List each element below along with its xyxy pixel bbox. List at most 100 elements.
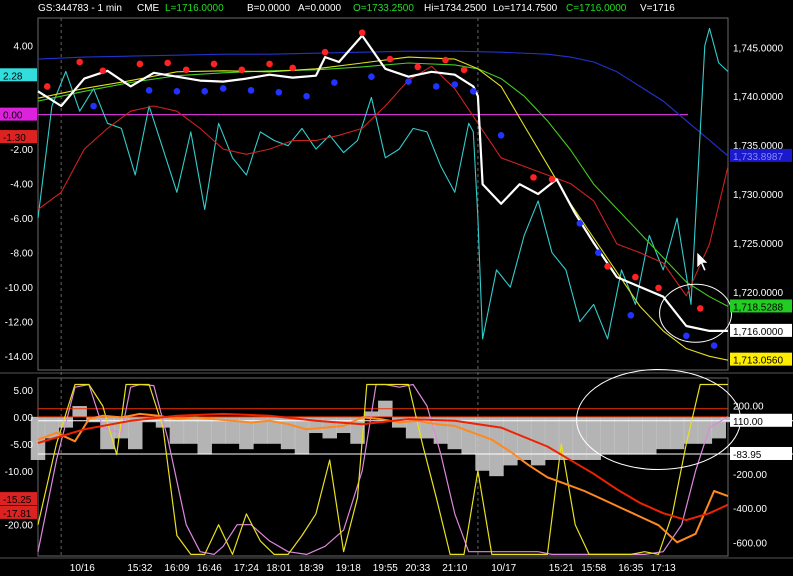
swing-high-marker xyxy=(414,63,422,71)
time-axis: 10/16 15:32 16:09 16:46 17:24 18:01 18:39 19:18… xyxy=(70,563,676,574)
indicator-left-tick-label: 5.00 xyxy=(14,386,34,397)
price-panel[interactable]: 1,745.00001,740.00001,735.00001,730.0000… xyxy=(0,18,792,556)
time-tick-label: 16:46 xyxy=(197,563,222,574)
swing-low-marker xyxy=(405,78,412,85)
swing-high-marker xyxy=(530,174,537,181)
panel-frames xyxy=(0,17,793,559)
swing-high-marker xyxy=(386,55,394,63)
price-badge: 1,713.0560 xyxy=(733,356,783,367)
swing-low-marker xyxy=(368,73,375,80)
oscillator-axis-tick-label: -6.00 xyxy=(10,214,33,225)
quote-header: GS:344783 - 1 min CME L=1716.0000 B=0.00… xyxy=(38,3,675,14)
indicator-left-badge: -17.81 xyxy=(3,509,32,520)
exchange-label: CME xyxy=(137,3,160,14)
histogram-bar xyxy=(280,416,296,450)
swing-high-marker xyxy=(696,305,704,312)
time-tick-label: 21:10 xyxy=(442,563,467,574)
oscillator-badge: 0.00 xyxy=(3,111,23,122)
histogram-bar xyxy=(503,416,518,466)
swing-low-marker xyxy=(470,88,477,95)
time-tick-label: 17:24 xyxy=(234,563,259,574)
indicator-panel[interactable]: 5.000.00-5.00-10.00-15.00-20.00200.00-20… xyxy=(0,369,793,555)
time-tick-label: 18:01 xyxy=(266,563,291,574)
oscillator-badge: -1.30 xyxy=(3,133,26,144)
ma-yellow-series-line xyxy=(37,56,729,361)
swing-high-marker xyxy=(182,66,190,74)
swing-high-marker xyxy=(655,284,662,292)
histogram-bar xyxy=(72,406,87,417)
histogram-bar xyxy=(669,416,685,450)
swing-high-marker xyxy=(43,83,51,90)
swing-high-marker xyxy=(266,60,273,68)
indicator-right-tick-label: -200.00 xyxy=(733,470,767,481)
swing-low-marker xyxy=(90,102,97,110)
oscillator-series-line xyxy=(37,27,729,340)
time-tick-label: 15:58 xyxy=(581,563,606,574)
time-tick-label: 16:09 xyxy=(164,563,189,574)
time-tick-label: 16:35 xyxy=(618,563,643,574)
swing-high-marker xyxy=(604,263,611,270)
indicator-right-tick-label: -400.00 xyxy=(733,504,767,515)
swing-low-marker xyxy=(576,220,584,227)
indicator-right-tick-label: -600.00 xyxy=(733,538,767,549)
swing-high-marker xyxy=(442,56,449,64)
indicator-right-badge: -83.95 xyxy=(733,450,762,461)
price-badge: 1,718.5288 xyxy=(733,302,783,313)
price-axis-tick-label: 1,725.0000 xyxy=(733,239,783,250)
swing-low-marker xyxy=(710,342,718,349)
swing-low-marker xyxy=(331,79,338,86)
swing-high-marker xyxy=(289,64,296,72)
histogram-bar xyxy=(614,416,629,455)
swing-low-marker xyxy=(432,83,440,90)
indicator-right-tick-label: 200.00 xyxy=(733,401,764,412)
oscillator-badge: 2.28 xyxy=(3,71,23,82)
oscillator-axis-tick-label: -2.00 xyxy=(10,145,33,156)
oscillator-axis-tick-label: -14.00 xyxy=(5,352,34,363)
bid-label: B=0.0000 xyxy=(247,3,291,14)
histogram-bar xyxy=(628,416,643,455)
volume-label: V=1716 xyxy=(640,3,675,14)
swing-low-marker xyxy=(201,88,209,95)
time-tick-label: 19:18 xyxy=(336,563,361,574)
time-tick-label: 18:39 xyxy=(299,563,324,574)
oscillator-axis-tick-label: 4.00 xyxy=(14,42,34,53)
histogram-bar xyxy=(642,416,657,455)
price-badge: 1,733.8987 xyxy=(733,152,783,163)
symbol-label: GS:344783 - 1 min xyxy=(38,3,122,14)
last-price-label: L=1716.0000 xyxy=(165,3,224,14)
histogram-bar xyxy=(655,416,671,450)
low-label: Lo=1714.7500 xyxy=(493,3,558,14)
histogram-bar xyxy=(600,416,615,455)
high-label: Hi=1734.2500 xyxy=(424,3,487,14)
swing-high-marker xyxy=(632,273,639,281)
ask-label: A=0.0000 xyxy=(298,3,342,14)
swing-low-marker xyxy=(303,92,310,100)
indicator-left-tick-label: -5.00 xyxy=(10,440,33,451)
price-axis-tick-label: 1,720.0000 xyxy=(733,288,783,299)
swing-low-marker xyxy=(145,87,153,94)
indicator-left-tick-label: 0.00 xyxy=(14,413,34,424)
swing-high-marker xyxy=(99,67,107,75)
indicator-left-tick-label: -20.00 xyxy=(5,521,34,532)
swing-high-marker xyxy=(321,48,329,56)
open-label: O=1733.2500 xyxy=(353,3,414,14)
price-axis-tick-label: 1,740.0000 xyxy=(733,92,783,103)
swing-high-marker xyxy=(76,58,83,66)
price-axis-tick-label: 1,730.0000 xyxy=(733,190,783,201)
swing-low-marker xyxy=(173,88,181,95)
swing-high-marker xyxy=(548,176,556,183)
swing-low-marker xyxy=(275,89,283,96)
swing-low-marker xyxy=(219,85,227,92)
ma-green-series-line xyxy=(37,62,729,307)
price-series-line xyxy=(37,34,728,332)
swing-high-marker xyxy=(358,29,366,36)
swing-low-marker xyxy=(451,81,459,88)
time-tick-label: 19:55 xyxy=(373,563,398,574)
ma-red-series-line xyxy=(37,65,729,297)
swing-high-marker xyxy=(164,59,171,67)
indicator-right-badge: 110.00 xyxy=(733,417,763,428)
highlight-ellipse xyxy=(659,283,733,343)
indicator-left-badge: -15.25 xyxy=(3,495,32,506)
histogram-bar xyxy=(197,416,212,455)
price-axis-tick-label: 1,745.0000 xyxy=(733,43,783,54)
